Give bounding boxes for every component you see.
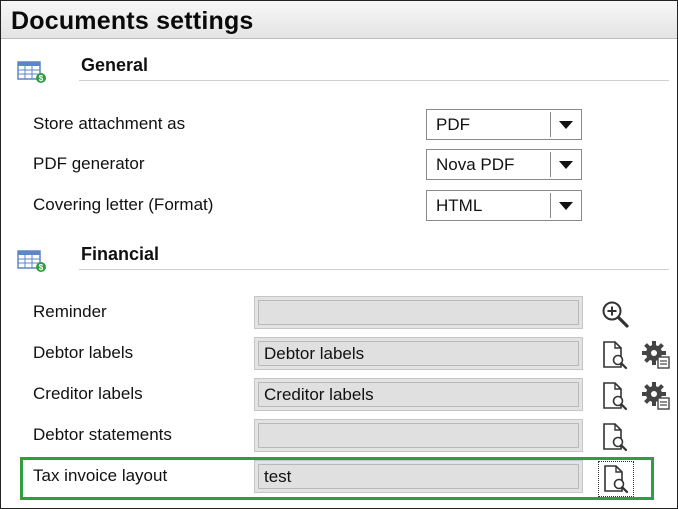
reminder-field[interactable]: [254, 296, 583, 329]
section-divider: [79, 269, 669, 270]
select-separator: [550, 112, 551, 137]
store-attachment-select[interactable]: PDF: [426, 109, 582, 140]
svg-text:$: $: [39, 263, 44, 272]
document-search-icon[interactable]: [600, 422, 630, 452]
section-divider: [79, 80, 669, 81]
covering-letter-value: HTML: [436, 196, 483, 215]
page-title: Documents settings: [11, 7, 254, 35]
creditor-labels-field[interactable]: Creditor labels: [254, 378, 583, 411]
document-search-icon[interactable]: [600, 381, 630, 411]
field-inner: [258, 464, 579, 489]
creditor-labels-value: Creditor labels: [264, 385, 374, 404]
covering-letter-select[interactable]: HTML: [426, 190, 582, 221]
chevron-down-icon[interactable]: [559, 121, 573, 129]
chevron-down-icon[interactable]: [559, 161, 573, 169]
store-attachment-value: PDF: [436, 115, 470, 134]
section-title-financial: Financial: [81, 244, 160, 264]
debtor-statements-label: Debtor statements: [33, 425, 172, 444]
tax-invoice-layout-value: test: [264, 467, 292, 486]
creditor-labels-label: Creditor labels: [33, 384, 143, 403]
section-title-general: General: [81, 55, 149, 75]
document-search-icon[interactable]: [600, 340, 630, 370]
zoom-in-icon[interactable]: [600, 299, 630, 329]
pdf-generator-value: Nova PDF: [436, 155, 515, 174]
select-separator: [550, 152, 551, 177]
pdf-generator-select[interactable]: Nova PDF: [426, 149, 582, 180]
store-attachment-label: Store attachment as: [33, 114, 186, 133]
table-sheet-icon: $: [17, 250, 46, 272]
debtor-labels-value: Debtor labels: [264, 344, 365, 363]
pdf-generator-label: PDF generator: [33, 154, 145, 173]
debtor-labels-field[interactable]: Debtor labels: [254, 337, 583, 370]
chevron-down-icon[interactable]: [559, 202, 573, 210]
reminder-label: Reminder: [33, 302, 107, 321]
field-inner: [258, 423, 579, 448]
tax-invoice-layout-label: Tax invoice layout: [33, 466, 168, 485]
document-search-icon[interactable]: [601, 464, 631, 494]
svg-text:$: $: [39, 74, 44, 83]
documents-settings-window: Documents settings $ General Store attac…: [0, 0, 678, 509]
tax-invoice-layout-field[interactable]: test: [254, 460, 583, 493]
gear-settings-icon[interactable]: [641, 381, 671, 411]
table-sheet-icon: $: [17, 61, 46, 83]
title-bar: Documents settings: [1, 1, 677, 39]
debtor-labels-label: Debtor labels: [33, 343, 134, 362]
debtor-statements-field[interactable]: [254, 419, 583, 452]
gear-settings-icon[interactable]: [641, 340, 671, 370]
select-separator: [550, 193, 551, 218]
field-inner: [258, 300, 579, 325]
covering-letter-label: Covering letter (Format): [33, 195, 214, 214]
